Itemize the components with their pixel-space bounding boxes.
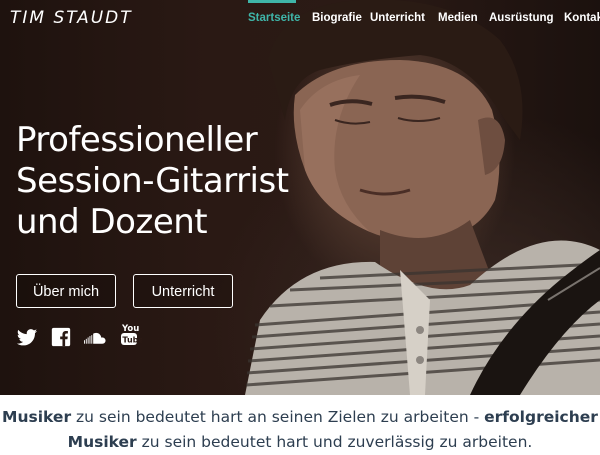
quote-text: zu sein bedeutet hart an seinen Zielen z… (71, 408, 485, 426)
headline-line: Professioneller (16, 120, 258, 160)
hero-headline: Professioneller Session-Gitarrist und Do… (16, 120, 336, 243)
headline-line: und Dozent (16, 202, 208, 242)
nav-item-kontakt[interactable]: Kontakt (564, 10, 600, 26)
lessons-button[interactable]: Unterricht (133, 274, 233, 308)
nav-item-startseite[interactable]: Startseite (248, 10, 300, 26)
nav-item-medien[interactable]: Medien (438, 10, 478, 26)
hero-section: TIM STAUDT Startseite Biografie Unterric… (0, 0, 600, 395)
facebook-icon[interactable] (50, 326, 72, 348)
intro-quote: Musiker zu sein bedeutet hart an seinen … (0, 405, 600, 455)
soundcloud-icon[interactable] (84, 326, 106, 348)
quote-bold-musician: Musiker (2, 408, 72, 426)
nav-item-unterricht[interactable]: Unterricht (370, 10, 425, 26)
twitter-icon[interactable] (16, 326, 38, 348)
nav-item-biografie[interactable]: Biografie (312, 10, 362, 26)
svg-text:You: You (121, 324, 139, 334)
site-logo[interactable]: TIM STAUDT (10, 8, 133, 28)
active-nav-indicator (248, 0, 296, 3)
youtube-icon[interactable]: You Tube (120, 322, 142, 348)
main-nav: Startseite Biografie Unterricht Medien A… (248, 10, 600, 32)
headline-line: Session-Gitarrist (16, 161, 289, 201)
nav-item-ausruestung[interactable]: Ausrüstung (489, 10, 554, 26)
svg-text:Tube: Tube (122, 336, 142, 345)
about-me-button[interactable]: Über mich (16, 274, 116, 308)
quote-text: zu sein bedeutet hart und zuverlässig zu… (136, 433, 533, 451)
